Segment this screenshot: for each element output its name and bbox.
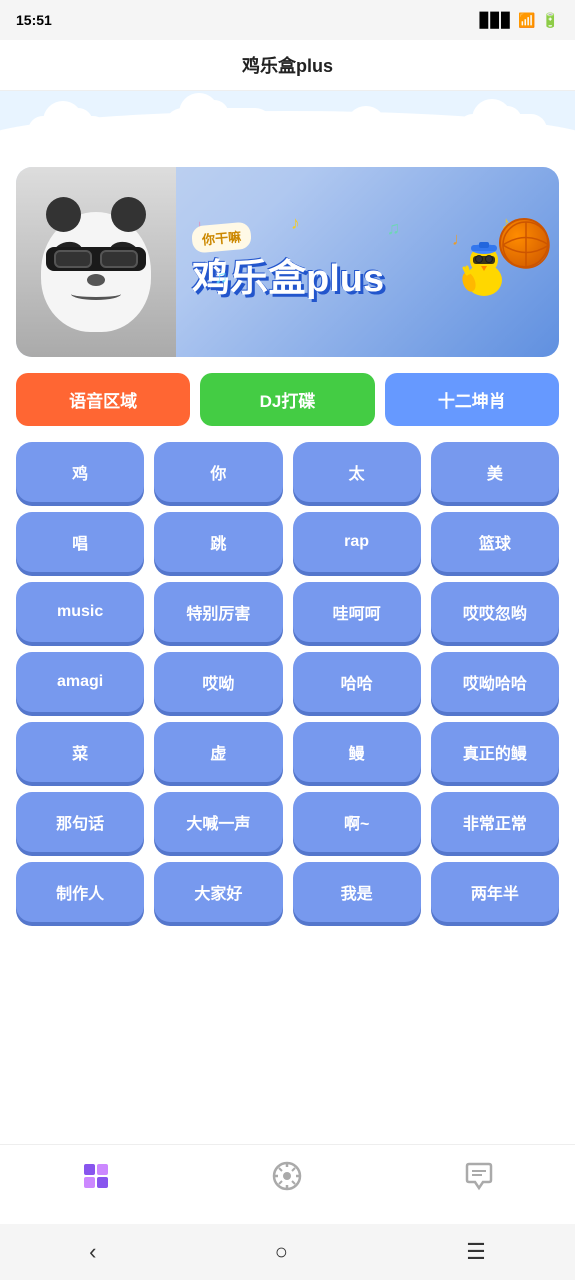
banner-text-area: ♩ ♪ ♫ ♩ ♪ ♫ 你干嘛 鸡乐盒plus [176, 208, 559, 317]
sound-button-a[interactable]: 啊~ [293, 792, 421, 852]
sound-button-man[interactable]: 鳗 [293, 722, 421, 782]
nav-discover[interactable] [247, 1152, 327, 1207]
home-icon [80, 1160, 112, 1199]
panda-face [41, 212, 151, 332]
sound-button-realman[interactable]: 真正的鳗 [431, 722, 559, 782]
sound-button-dajia[interactable]: 大家好 [154, 862, 282, 922]
sound-button-ni[interactable]: 你 [154, 442, 282, 502]
sound-button-rap[interactable]: rap [293, 512, 421, 572]
lens-right [100, 250, 138, 268]
home-button[interactable]: ○ [255, 1231, 308, 1273]
banner-subtitle: 你干嘛 [191, 221, 252, 253]
time-display: 15:51 [16, 12, 52, 28]
banner: ♩ ♪ ♫ ♩ ♪ ♫ 你干嘛 鸡乐盒plus [16, 167, 559, 357]
cloud-header [0, 91, 575, 151]
android-nav: ‹ ○ ☰ [0, 1224, 575, 1280]
cloud-1 [28, 116, 108, 146]
dj-category-button[interactable]: DJ打碟 [200, 373, 374, 426]
bottom-nav [0, 1144, 575, 1224]
panda-character [16, 167, 176, 357]
chat-icon [463, 1160, 495, 1199]
nav-home[interactable] [56, 1152, 136, 1207]
sound-button-dahan[interactable]: 大喊一声 [154, 792, 282, 852]
note-2: ♪ [291, 213, 300, 234]
sound-button-liangnianbang[interactable]: 两年半 [431, 862, 559, 922]
sound-button-cai[interactable]: 菜 [16, 722, 144, 782]
app-title: 鸡乐盒plus [242, 56, 333, 76]
sound-button-aiyaizha[interactable]: 哎哎忽哟 [431, 582, 559, 642]
sound-button-xu[interactable]: 虚 [154, 722, 282, 782]
basketball-decoration [499, 218, 549, 268]
signal-icon: ▊▊▊ [480, 12, 512, 29]
sound-button-amagi[interactable]: amagi [16, 652, 144, 712]
status-icons: ▊▊▊ 📶 🔋 [480, 12, 559, 29]
sound-button-feichang[interactable]: 非常正常 [431, 792, 559, 852]
sound-button-aiyouhaha[interactable]: 哎呦哈哈 [431, 652, 559, 712]
main-content: ♩ ♪ ♫ ♩ ♪ ♫ 你干嘛 鸡乐盒plus [0, 151, 575, 1144]
title-bar: 鸡乐盒plus [0, 40, 575, 91]
voice-category-button[interactable]: 语音区域 [16, 373, 190, 426]
zodiac-category-button[interactable]: 十二坤肖 [385, 373, 559, 426]
category-buttons: 语音区域 DJ打碟 十二坤肖 [16, 373, 559, 426]
note-3: ♫ [387, 218, 401, 239]
sound-button-ji[interactable]: 鸡 [16, 442, 144, 502]
discover-icon [271, 1160, 303, 1199]
sound-button-waahh[interactable]: 哇呵呵 [293, 582, 421, 642]
cloud-4 [457, 114, 547, 146]
back-button[interactable]: ‹ [69, 1231, 116, 1273]
sound-button-naju[interactable]: 那句话 [16, 792, 144, 852]
cloud-3 [331, 121, 401, 146]
cloud-2 [164, 108, 274, 146]
sound-button-aiyou[interactable]: 哎呦 [154, 652, 282, 712]
sound-button-tai[interactable]: 太 [293, 442, 421, 502]
sound-button-chang[interactable]: 唱 [16, 512, 144, 572]
sound-button-special[interactable]: 特别厉害 [154, 582, 282, 642]
panda-ear-right [111, 197, 146, 232]
battery-icon: 🔋 [542, 12, 559, 29]
status-bar: 15:51 ▊▊▊ 📶 🔋 [0, 0, 575, 40]
sound-button-tiao[interactable]: 跳 [154, 512, 282, 572]
panda-ear-left [46, 197, 81, 232]
wifi-icon: 📶 [518, 12, 535, 29]
lens-left [54, 250, 92, 268]
sound-grid: 鸡 你 太 美 唱 跳 rap 篮球 music 特别厉害 哇呵呵 哎哎忽哟 a… [16, 442, 559, 922]
recents-button[interactable]: ☰ [446, 1231, 506, 1273]
nav-chat[interactable] [439, 1152, 519, 1207]
panda-mouth [71, 288, 121, 300]
cloud-decoration [0, 91, 575, 151]
panda-nose [87, 274, 105, 286]
sound-button-zhizuo[interactable]: 制作人 [16, 862, 144, 922]
sound-button-music[interactable]: music [16, 582, 144, 642]
sound-button-haha[interactable]: 哈哈 [293, 652, 421, 712]
sound-button-woshi[interactable]: 我是 [293, 862, 421, 922]
sound-button-basketball[interactable]: 篮球 [431, 512, 559, 572]
sunglasses [46, 247, 146, 271]
sound-button-mei[interactable]: 美 [431, 442, 559, 502]
